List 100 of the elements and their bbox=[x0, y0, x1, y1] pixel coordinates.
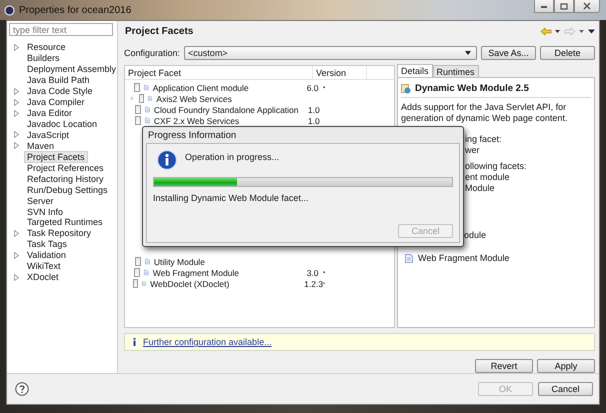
tree-item[interactable]: Builders bbox=[8, 52, 62, 64]
further-configuration-link[interactable]: Further configuration available... bbox=[143, 337, 272, 348]
tree-item[interactable]: Maven bbox=[8, 140, 56, 152]
column-header: Project Facet bbox=[125, 66, 313, 80]
page-button[interactable]: Revert bbox=[475, 359, 533, 373]
expand-icon[interactable] bbox=[131, 95, 134, 102]
document-icon bbox=[148, 94, 152, 104]
expand-icon[interactable] bbox=[14, 230, 19, 237]
configuration-dropdown[interactable]: <custom> bbox=[184, 46, 477, 60]
tree-item[interactable]: JavaScript bbox=[8, 130, 72, 140]
details-text: odule bbox=[464, 230, 486, 240]
tree-item[interactable]: Deployment Assembly bbox=[8, 64, 118, 75]
document-icon bbox=[144, 83, 149, 92]
details-text: ent module bbox=[465, 172, 511, 184]
tree-item[interactable]: XDoclet bbox=[8, 272, 61, 283]
document-icon bbox=[142, 279, 146, 288]
document-icon bbox=[145, 116, 150, 126]
tab[interactable]: Runtimes bbox=[432, 65, 479, 78]
checkbox[interactable] bbox=[134, 257, 142, 266]
facet-row[interactable]: WebDoclet (XDoclet) 1.2.3 bbox=[125, 278, 325, 290]
tree-item[interactable]: Java Editor bbox=[8, 108, 74, 119]
tree-item[interactable]: Task Tags bbox=[8, 238, 69, 250]
facet-row[interactable]: Cloud Foundry Standalone Application 1.0 bbox=[125, 104, 325, 116]
menu-icon[interactable] bbox=[588, 29, 595, 34]
checkbox[interactable] bbox=[134, 83, 140, 92]
tree-item[interactable]: Run/Debug Settings bbox=[8, 184, 110, 196]
tree-item[interactable]: Targeted Runtimes bbox=[8, 217, 105, 228]
facet-version: 1.0 bbox=[308, 116, 320, 126]
dialog-button[interactable]: Cancel bbox=[538, 382, 593, 396]
tree-item[interactable]: WikiText bbox=[8, 260, 62, 272]
expand-icon[interactable] bbox=[14, 44, 19, 51]
maximize-icon bbox=[560, 2, 568, 10]
back-icon[interactable] bbox=[540, 27, 561, 36]
facet-row[interactable]: Utility Module bbox=[125, 256, 325, 268]
document-icon bbox=[144, 268, 149, 278]
facet-name: WebDoclet (XDoclet) bbox=[150, 278, 230, 289]
facet-name: CXF 2.x Web Services bbox=[154, 116, 240, 126]
facet-description: Adds support for the Java Servlet API, for generation of dynamic Web page content. bbox=[401, 102, 568, 124]
checkbox[interactable] bbox=[132, 279, 138, 288]
facet-row[interactable]: Application Client module 6.0 bbox=[125, 82, 325, 94]
column-header: Version bbox=[313, 66, 367, 80]
facet-name: Application Client module bbox=[152, 82, 250, 93]
tree-item[interactable]: Refactoring History bbox=[8, 173, 106, 184]
details-text: Web Fragment Module bbox=[418, 253, 510, 264]
config-button[interactable]: Save As... bbox=[481, 46, 536, 60]
minimize-button[interactable] bbox=[534, 0, 554, 13]
tab[interactable]: Details bbox=[397, 64, 433, 78]
tree-item[interactable]: Javadoc Location bbox=[8, 118, 100, 130]
dropdown-icon[interactable] bbox=[322, 271, 325, 274]
configuration-label: Configuration: bbox=[124, 48, 180, 58]
facet-row[interactable]: Web Fragment Module 3.0 bbox=[125, 267, 325, 278]
expand-icon[interactable] bbox=[14, 274, 19, 281]
app-icon bbox=[4, 4, 15, 16]
tree-item[interactable]: SVN Info bbox=[8, 206, 66, 217]
document-icon bbox=[145, 105, 150, 114]
checkbox[interactable] bbox=[134, 116, 142, 126]
facet-version: 6.0 bbox=[306, 82, 319, 93]
progress-message: Operation in progress... bbox=[185, 152, 280, 162]
details-text: Module bbox=[465, 183, 496, 194]
window-title: Properties for ocean2016 bbox=[19, 4, 132, 16]
facet-row[interactable]: Axis2 Web Services bbox=[125, 93, 325, 104]
close-button[interactable] bbox=[574, 0, 600, 13]
facet-version: 1.0 bbox=[308, 104, 320, 115]
checkbox[interactable] bbox=[134, 105, 142, 114]
tree-item[interactable]: Project References bbox=[8, 162, 106, 174]
tree-item[interactable]: Validation bbox=[8, 250, 68, 261]
expand-icon[interactable] bbox=[14, 252, 19, 259]
tree-item[interactable]: Task Repository bbox=[8, 228, 94, 239]
facet-name: Utility Module bbox=[154, 256, 206, 267]
facet-name: Cloud Foundry Standalone Application bbox=[154, 104, 300, 115]
facet-title: Dynamic Web Module 2.5 bbox=[415, 83, 529, 94]
facet-row[interactable]: CXF 2.x Web Services 1.0 bbox=[125, 115, 325, 126]
maximize-button[interactable] bbox=[554, 0, 574, 13]
document-icon bbox=[405, 254, 413, 263]
dialog-title: Progress Information bbox=[147, 128, 238, 142]
tree-item[interactable]: Java Code Style bbox=[8, 86, 95, 97]
caret-icon bbox=[465, 50, 471, 55]
document-icon bbox=[145, 257, 150, 266]
details-text: ollowing facets: bbox=[465, 161, 528, 172]
checkbox[interactable] bbox=[138, 94, 144, 104]
tree-item[interactable]: Resource bbox=[8, 42, 68, 53]
page-title: Project Facets bbox=[124, 26, 194, 38]
tree-item[interactable]: Java Compiler bbox=[8, 96, 87, 108]
filter-field[interactable]: type filter text bbox=[9, 23, 113, 36]
task-text: Installing Dynamic Web Module facet... bbox=[153, 193, 310, 203]
tree-item[interactable]: Java Build Path bbox=[8, 74, 92, 86]
facet-version: 1.2.3 bbox=[304, 278, 324, 289]
module-icon bbox=[401, 84, 411, 94]
minimize-icon bbox=[540, 3, 548, 9]
config-button[interactable]: Delete bbox=[540, 46, 595, 60]
help-icon[interactable] bbox=[15, 382, 29, 396]
tree-item[interactable]: Server bbox=[8, 195, 56, 206]
facet-name: Axis2 Web Services bbox=[156, 94, 233, 104]
checkbox[interactable] bbox=[134, 268, 140, 278]
page-button[interactable]: Apply bbox=[537, 359, 595, 373]
close-icon bbox=[583, 2, 591, 10]
forward-icon[interactable] bbox=[564, 27, 585, 36]
details-text: ing facet: bbox=[465, 134, 503, 146]
facet-name: Web Fragment Module bbox=[152, 268, 240, 278]
dropdown-icon[interactable] bbox=[322, 86, 325, 90]
